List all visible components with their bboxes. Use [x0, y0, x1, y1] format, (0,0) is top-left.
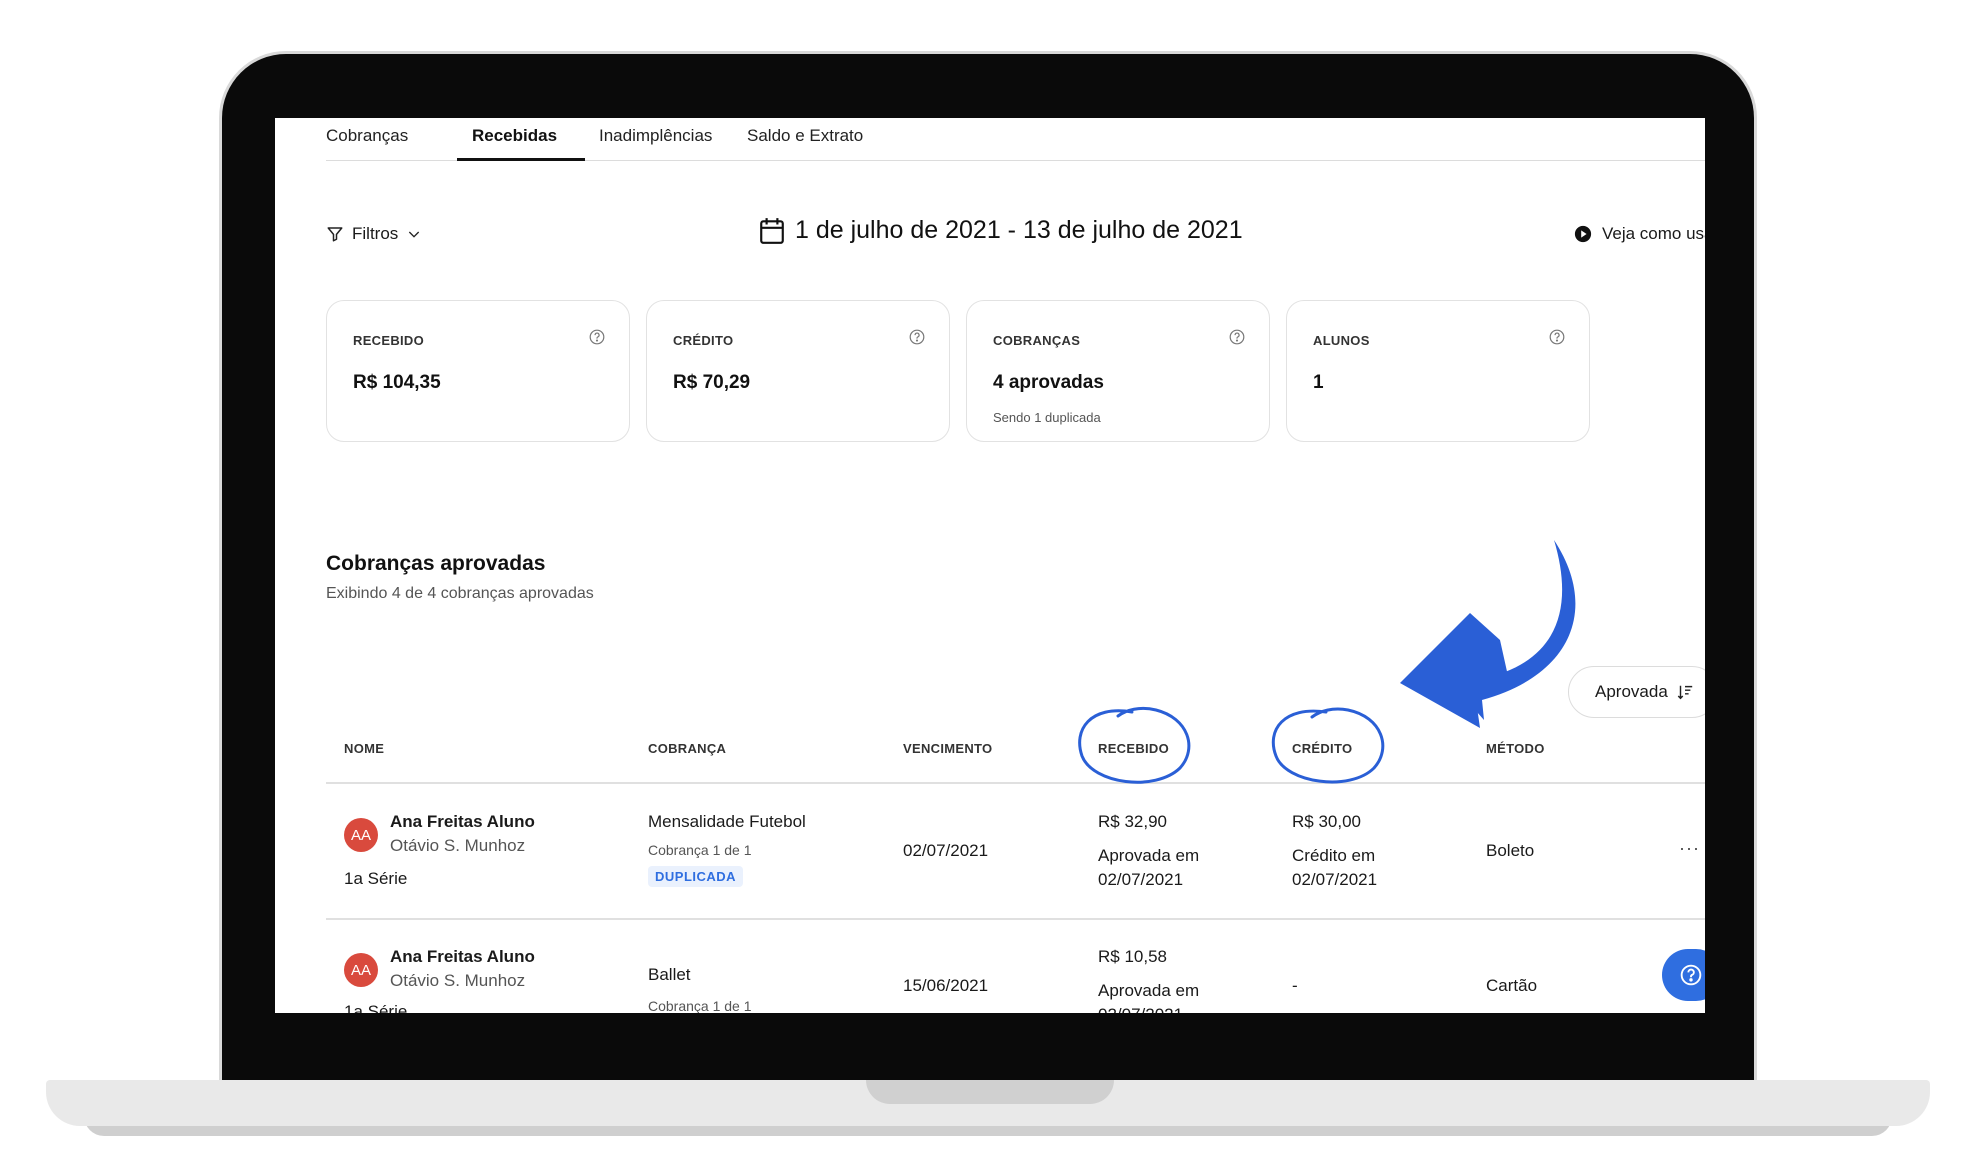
- received-date: 02/07/2021: [1098, 870, 1184, 889]
- stat-card-credito: CRÉDITO R$ 70,29: [646, 300, 950, 442]
- charge-name: Mensalidade Futebol: [648, 812, 806, 831]
- credit-date: 02/07/2021: [1292, 870, 1378, 889]
- duplicated-badge: DUPLICADA: [648, 866, 744, 887]
- active-tab-indicator: [457, 158, 585, 161]
- received-date: 02/07/2021: [1098, 1005, 1183, 1013]
- help-icon[interactable]: [589, 329, 605, 345]
- sort-icon: [1677, 685, 1692, 700]
- guardian-name: Otávio S. Munhoz: [390, 971, 526, 990]
- charge-installment: Cobrança 1 de 1: [648, 998, 752, 1013]
- column-header-nome: NOME: [344, 741, 385, 756]
- student-name: Ana Freitas Aluno: [390, 812, 535, 831]
- section-subtitle: Exibindo 4 de 4 cobranças aprovadas: [326, 585, 594, 602]
- app-screen: Cobranças Recebidas Inadimplências Saldo…: [275, 118, 1705, 1013]
- stat-value: R$ 104,35: [353, 372, 441, 393]
- column-header-recebido: RECEBIDO: [1098, 741, 1170, 756]
- help-icon[interactable]: [909, 329, 925, 345]
- column-header-vencimento: VENCIMENTO: [903, 741, 993, 756]
- chevron-down-icon: [409, 231, 420, 238]
- student-grade: 1a Série: [344, 1002, 408, 1013]
- row-more-menu[interactable]: ···: [1679, 838, 1700, 859]
- stat-card-cobrancas: COBRANÇAS 4 aprovadas Sendo 1 duplicada: [966, 300, 1270, 442]
- stat-label: COBRANÇAS: [993, 333, 1081, 348]
- received-note: Aprovada em: [1098, 981, 1200, 1000]
- stat-value: 1: [1313, 372, 1324, 393]
- date-range-label: 1 de julho de 2021 - 13 de julho de 2021: [795, 216, 1243, 244]
- tab-cobrancas[interactable]: Cobranças: [326, 126, 408, 146]
- help-chat-button[interactable]: [1662, 949, 1705, 1001]
- stat-value: R$ 70,29: [673, 372, 751, 393]
- date-range-picker[interactable]: 1 de julho de 2021 - 13 de julho de 2021: [759, 216, 1243, 245]
- stat-value: 4 aprovadas: [993, 372, 1104, 393]
- avatar: AA: [344, 953, 378, 987]
- table-header-divider: [326, 782, 1705, 784]
- credit-note: Crédito em: [1292, 846, 1376, 865]
- tab-saldo-extrato[interactable]: Saldo e Extrato: [747, 126, 863, 146]
- stat-card-alunos: ALUNOS 1: [1286, 300, 1590, 442]
- tab-inadimplencias[interactable]: Inadimplências: [599, 126, 712, 146]
- watch-tutorial-link[interactable]: Veja como usar: [1574, 224, 1705, 244]
- laptop-notch: [866, 1080, 1114, 1104]
- help-icon: [1680, 964, 1702, 986]
- column-header-credito: CRÉDITO: [1292, 741, 1353, 756]
- received-note: Aprovada em: [1098, 846, 1200, 865]
- help-icon[interactable]: [1549, 329, 1565, 345]
- sort-button[interactable]: Aprovada: [1568, 666, 1705, 718]
- received-amount: R$ 32,90: [1098, 812, 1167, 831]
- payment-method: Cartão: [1486, 976, 1538, 995]
- due-date: 15/06/2021: [903, 976, 989, 995]
- charge-installment: Cobrança 1 de 1: [648, 842, 752, 858]
- watch-tutorial-label: Veja como usar: [1602, 224, 1705, 243]
- tab-bar: Cobranças Recebidas Inadimplências Saldo…: [326, 118, 1705, 161]
- table-row-divider: [326, 918, 1705, 920]
- stat-label: CRÉDITO: [673, 333, 734, 348]
- credit-amount: R$ 30,00: [1292, 812, 1361, 831]
- student-grade: 1a Série: [344, 869, 408, 888]
- stat-label: ALUNOS: [1313, 333, 1370, 348]
- column-header-metodo: MÉTODO: [1486, 741, 1545, 756]
- stat-card-recebido: RECEBIDO R$ 104,35: [326, 300, 630, 442]
- play-icon: [1574, 225, 1592, 243]
- due-date: 02/07/2021: [903, 841, 989, 860]
- student-name: Ana Freitas Aluno: [390, 947, 535, 966]
- tab-recebidas[interactable]: Recebidas: [472, 126, 557, 146]
- section-title: Cobranças aprovadas: [326, 552, 546, 575]
- calendar-icon: [760, 217, 784, 244]
- guardian-name: Otávio S. Munhoz: [390, 836, 526, 855]
- received-amount: R$ 10,58: [1098, 947, 1167, 966]
- sort-label: Aprovada: [1595, 682, 1668, 701]
- stat-subtext: Sendo 1 duplicada: [993, 410, 1101, 425]
- payment-method: Boleto: [1486, 841, 1535, 860]
- charge-name: Ballet: [648, 965, 691, 984]
- column-header-cobranca: COBRANÇA: [648, 741, 727, 756]
- credit-amount: -: [1292, 976, 1298, 995]
- filters-label: Filtros: [352, 224, 399, 243]
- help-icon[interactable]: [1229, 329, 1245, 345]
- avatar: AA: [344, 818, 378, 852]
- filter-icon: [327, 227, 343, 242]
- stat-label: RECEBIDO: [353, 333, 425, 348]
- filters-button[interactable]: Filtros: [326, 224, 422, 244]
